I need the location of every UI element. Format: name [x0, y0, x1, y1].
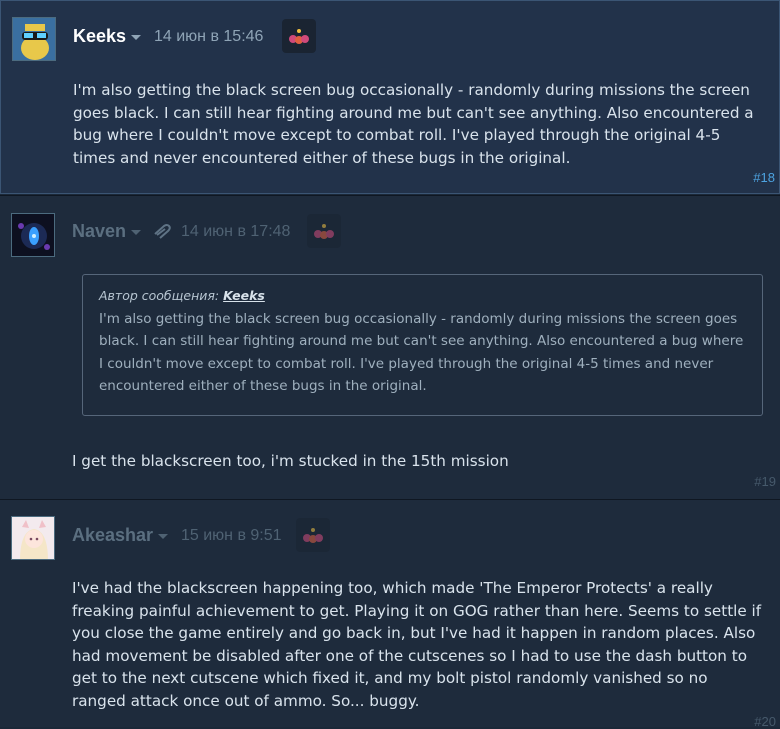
- author-name[interactable]: Naven: [72, 221, 142, 242]
- badge-icon[interactable]: [307, 214, 341, 248]
- quote-block: Автор сообщения: Keeks I'm also getting …: [82, 274, 763, 416]
- quote-author-link[interactable]: Keeks: [223, 288, 265, 303]
- author-name[interactable]: Akeashar: [72, 525, 169, 546]
- post-number[interactable]: #19: [754, 474, 776, 489]
- post-date: 15 июн в 9:51: [181, 527, 282, 544]
- forum-post: Naven 14 июн в 17:48 Автор сообщения: Ke…: [0, 195, 780, 499]
- post-date: 14 июн в 15:46: [154, 28, 264, 45]
- paperclip-icon: [154, 224, 171, 239]
- post-body: I'm also getting the black screen bug oc…: [73, 81, 754, 167]
- badge-icon[interactable]: [282, 19, 316, 53]
- forum-post: Akeashar 15 июн в 9:51 I've had the blac…: [0, 499, 780, 729]
- quote-text: I'm also getting the black screen bug oc…: [99, 310, 744, 395]
- avatar[interactable]: [11, 213, 55, 257]
- avatar[interactable]: [12, 17, 56, 61]
- badge-icon[interactable]: [296, 518, 330, 552]
- author-name[interactable]: Keeks: [73, 26, 142, 47]
- post-date: 14 июн в 17:48: [181, 223, 291, 240]
- post-body: I've had the blackscreen happening too, …: [72, 579, 762, 710]
- caret-down-icon[interactable]: [131, 34, 142, 40]
- post-body: I get the blackscreen too, i'm stucked i…: [72, 452, 509, 470]
- caret-down-icon[interactable]: [131, 229, 142, 235]
- caret-down-icon[interactable]: [158, 533, 169, 539]
- post-number[interactable]: #18: [753, 170, 775, 185]
- forum-post: Keeks 14 июн в 15:46 I'm also getting th…: [0, 0, 780, 194]
- avatar[interactable]: [11, 516, 55, 560]
- quote-header: Автор сообщения: Keeks: [99, 288, 265, 303]
